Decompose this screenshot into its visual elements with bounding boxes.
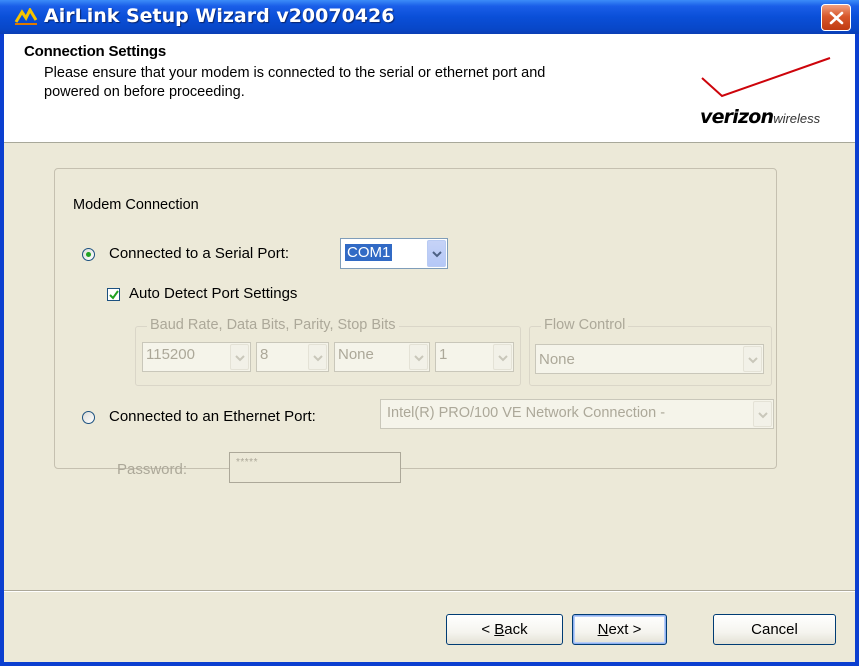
port-settings-legend: Baud Rate, Data Bits, Parity, Stop Bits: [147, 317, 399, 333]
stop-bits-select[interactable]: 1: [435, 342, 514, 372]
stop-bits-value: 1: [439, 346, 448, 363]
close-button[interactable]: [821, 4, 851, 31]
ethernet-port-radio[interactable]: [82, 411, 95, 424]
chevron-down-icon: [414, 355, 424, 362]
flow-control-select[interactable]: None: [535, 344, 764, 374]
chevron-down-icon: [758, 412, 768, 419]
parity-value: None: [338, 346, 374, 363]
window-title: AirLink Setup Wizard v20070426: [44, 5, 395, 27]
title-bar[interactable]: AirLink Setup Wizard v20070426: [0, 0, 859, 34]
chevron-down-icon: [498, 355, 508, 362]
auto-detect-label[interactable]: Auto Detect Port Settings: [129, 285, 297, 302]
app-icon: [14, 8, 38, 25]
chevron-down-icon: [432, 251, 442, 258]
password-value: *****: [236, 457, 258, 468]
back-button[interactable]: < Back: [446, 614, 563, 645]
ethernet-adapter-value: Intel(R) PRO/100 VE Network Connection -: [387, 405, 666, 421]
checkmark-icon: [109, 290, 119, 300]
client-area: Connection Settings Please ensure that y…: [4, 34, 855, 662]
back-button-prefix: <: [481, 621, 495, 638]
cancel-button-label: Cancel: [751, 621, 798, 638]
page-title: Connection Settings: [24, 43, 167, 60]
logo-brand: verizon: [700, 106, 774, 128]
logo-checkmark-icon: [701, 57, 831, 98]
auto-detect-checkbox[interactable]: [107, 288, 120, 301]
serial-port-label[interactable]: Connected to a Serial Port:: [109, 245, 289, 262]
close-icon: [829, 11, 844, 25]
wizard-header: Connection Settings Please ensure that y…: [4, 34, 855, 143]
next-button[interactable]: Next >: [572, 614, 667, 645]
data-bits-value: 8: [260, 346, 269, 363]
page-description: Please ensure that your modem is connect…: [44, 65, 546, 100]
baud-rate-value: 115200: [146, 346, 195, 363]
chevron-down-icon: [748, 357, 758, 364]
password-field[interactable]: *****: [229, 452, 401, 483]
back-button-accesskey: B: [494, 621, 505, 638]
serial-port-dropdown-button[interactable]: [427, 240, 446, 267]
serial-port-value: COM1: [345, 244, 393, 261]
serial-port-radio[interactable]: [82, 248, 95, 261]
ethernet-port-label[interactable]: Connected to an Ethernet Port:: [109, 408, 316, 425]
back-button-label: ack: [504, 621, 528, 638]
cancel-button[interactable]: Cancel: [713, 614, 836, 645]
data-bits-select[interactable]: 8: [256, 342, 329, 372]
flow-control-value: None: [539, 351, 575, 368]
password-label: Password:: [117, 461, 188, 478]
footer-separator: [4, 590, 855, 592]
parity-select[interactable]: None: [334, 342, 430, 372]
verizon-wireless-logo: verizonwireless: [692, 34, 852, 140]
next-button-accesskey: N: [597, 621, 609, 638]
wizard-window: AirLink Setup Wizard v20070426 Connectio…: [0, 0, 859, 666]
chevron-down-icon: [235, 355, 245, 362]
logo-suffix: wireless: [773, 111, 821, 126]
modem-connection-legend: Modem Connection: [69, 197, 203, 213]
baud-rate-select[interactable]: 115200: [142, 342, 251, 372]
next-button-label: ext >: [608, 621, 642, 638]
serial-port-select[interactable]: COM1: [340, 238, 448, 269]
flow-control-legend: Flow Control: [541, 317, 629, 333]
chevron-down-icon: [313, 355, 323, 362]
ethernet-adapter-select[interactable]: Intel(R) PRO/100 VE Network Connection -: [380, 399, 774, 429]
